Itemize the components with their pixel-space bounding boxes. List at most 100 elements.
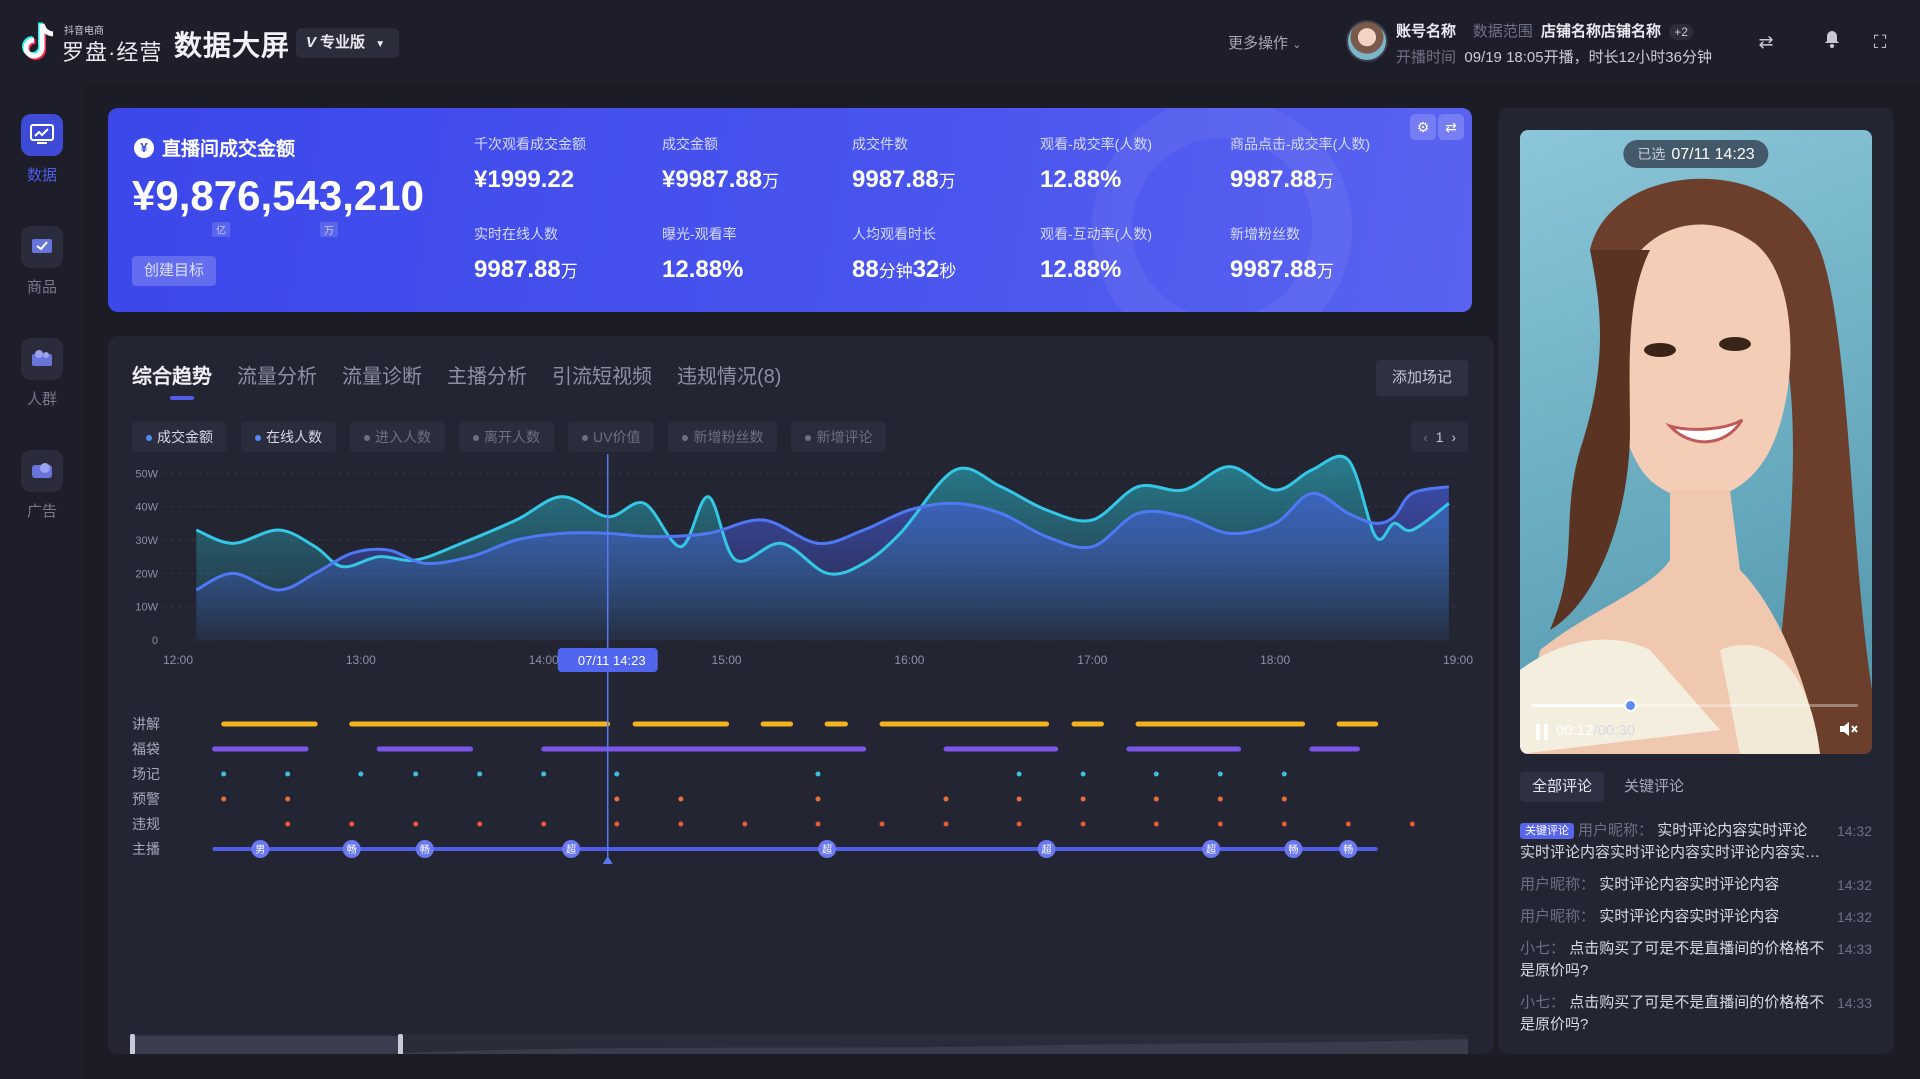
violation-dot[interactable] [477,821,483,827]
swap-icon[interactable]: ⇄ [1754,30,1778,54]
chip-online-users[interactable]: 在线人数 [241,422,336,452]
v-badge-icon: V [306,34,317,51]
pause-icon[interactable] [1536,724,1548,740]
violation-dot[interactable] [1345,821,1351,827]
record-dot[interactable] [541,771,547,777]
violation-dot[interactable] [1281,821,1287,827]
mute-icon[interactable] [1838,720,1858,743]
comment-item: 小七： 点击购买了可是不是直播间的价格格不是原价吗? 14:33 [1520,938,1872,982]
record-dot[interactable] [221,771,227,777]
record-dot[interactable] [413,771,419,777]
tab-short-video[interactable]: 引流短视频 [552,360,652,389]
tab-host-analysis[interactable]: 主播分析 [447,360,527,389]
brand-name: 罗盘·经营 [62,40,163,65]
unit-yi: 亿 [212,222,230,237]
chip-new-comments[interactable]: 新增评论 [791,422,887,452]
video-progress-bar[interactable] [1532,699,1858,712]
tab-violations[interactable]: 违规情况(8) [677,360,781,389]
chevron-left-icon[interactable]: ‹ [1423,429,1428,445]
violation-dot[interactable] [1153,821,1159,827]
bell-icon[interactable] [1820,30,1844,54]
violation-dot[interactable] [742,821,748,827]
sidebar-item-ad[interactable]: 广告 [0,450,84,540]
minimap-window[interactable] [134,1036,402,1054]
store-name[interactable]: 店铺名称店铺名称 [1541,23,1661,40]
record-dot[interactable] [1281,771,1287,777]
account-avatar[interactable] [1346,20,1388,62]
record-dot[interactable] [1080,771,1086,777]
tab-overall-trend[interactable]: 综合趋势 [132,360,212,400]
violation-dot[interactable] [815,821,821,827]
warning-dot[interactable] [943,796,949,802]
violation-dot[interactable] [541,821,547,827]
warning-dot[interactable] [285,796,291,802]
sidebar-item-audience[interactable]: 人群 [0,338,84,428]
track-label: 主播 [132,841,160,857]
metric-exposure-to-view: 曝光-观看率 12.88% [662,224,743,284]
switch-icon[interactable]: ⇄ [1438,114,1464,140]
sidebar-item-product[interactable]: 商品 [0,226,84,316]
record-dot[interactable] [815,771,821,777]
edition-label: 专业版 [320,34,366,51]
chip-entered[interactable]: 进入人数 [350,422,445,452]
violation-dot[interactable] [614,821,620,827]
tab-traffic-diagnosis[interactable]: 流量诊断 [342,360,422,389]
tab-traffic-analysis[interactable]: 流量分析 [237,360,317,389]
warning-dot[interactable] [1153,796,1159,802]
x-tick-label: 13:00 [346,653,376,667]
chip-left[interactable]: 离开人数 [459,422,554,452]
record-dot[interactable] [1153,771,1159,777]
minimap-right-handle[interactable] [398,1034,403,1054]
chip-pager[interactable]: ‹ 1 › [1411,422,1468,452]
violation-dot[interactable] [1080,821,1086,827]
record-dot[interactable] [614,771,620,777]
chip-gmv[interactable]: 成交金额 [132,422,227,452]
metric-label: 观看-互动率(人数) [1040,226,1152,242]
violation-dot[interactable] [1409,821,1415,827]
fullscreen-icon[interactable]: ⛶ [1868,30,1892,54]
data-range-label: 数据范围 [1472,23,1533,40]
video-time: 00:12/00:30 [1556,722,1636,739]
warning-dot[interactable] [1281,796,1287,802]
violation-dot[interactable] [678,821,684,827]
violation-dot[interactable] [413,821,419,827]
edition-dropdown[interactable]: V 专业版 ▼ [296,28,400,58]
tab-key-comments[interactable]: 关键评论 [1612,772,1696,802]
warning-dot[interactable] [1080,796,1086,802]
trend-chart[interactable]: 010W20W30W40W50W60W12:0013:0014:0015:001… [108,454,1494,1054]
violation-dot[interactable] [943,821,949,827]
warning-dot[interactable] [815,796,821,802]
video-player[interactable]: 已选 07/11 14:23 00:12/00:30 [1520,130,1872,754]
record-dot[interactable] [1016,771,1022,777]
warning-dot[interactable] [614,796,620,802]
tab-all-comments[interactable]: 全部评论 [1520,772,1605,802]
create-goal-button[interactable]: 创建目标 [132,256,217,286]
chip-new-followers[interactable]: 新增粉丝数 [668,422,778,452]
record-dot[interactable] [285,771,291,777]
warning-dot[interactable] [1217,796,1223,802]
cursor-bottom-marker-icon[interactable] [602,856,613,864]
more-operations-dropdown[interactable]: 更多操作 ⌄ [1228,32,1301,53]
violation-dot[interactable] [1217,821,1223,827]
violation-dot[interactable] [1016,821,1022,827]
comment-item: 小七： 点击购买了可是不是直播间的价格格不是原价吗? 14:33 [1520,992,1872,1036]
video-progress-knob[interactable] [1623,699,1637,712]
settings-gear-icon[interactable]: ⚙ [1410,114,1436,140]
y-tick-label: 30W [135,535,158,547]
record-dot[interactable] [477,771,483,777]
warning-dot[interactable] [678,796,684,802]
minimap-left-handle[interactable] [130,1034,135,1054]
violation-dot[interactable] [879,821,885,827]
store-extra-count[interactable]: +2 [1669,24,1693,40]
violation-dot[interactable] [285,821,291,827]
chip-uv-value[interactable]: UV价值 [568,422,655,452]
chevron-right-icon[interactable]: › [1451,429,1456,445]
add-record-button[interactable]: 添加场记 [1375,360,1468,396]
record-dot[interactable] [1217,771,1223,777]
warning-dot[interactable] [221,796,227,802]
account-name[interactable]: 账号名称 [1396,23,1456,40]
violation-dot[interactable] [349,821,355,827]
warning-dot[interactable] [1016,796,1022,802]
record-dot[interactable] [358,771,364,777]
sidebar-item-data[interactable]: 数据 [0,114,84,204]
